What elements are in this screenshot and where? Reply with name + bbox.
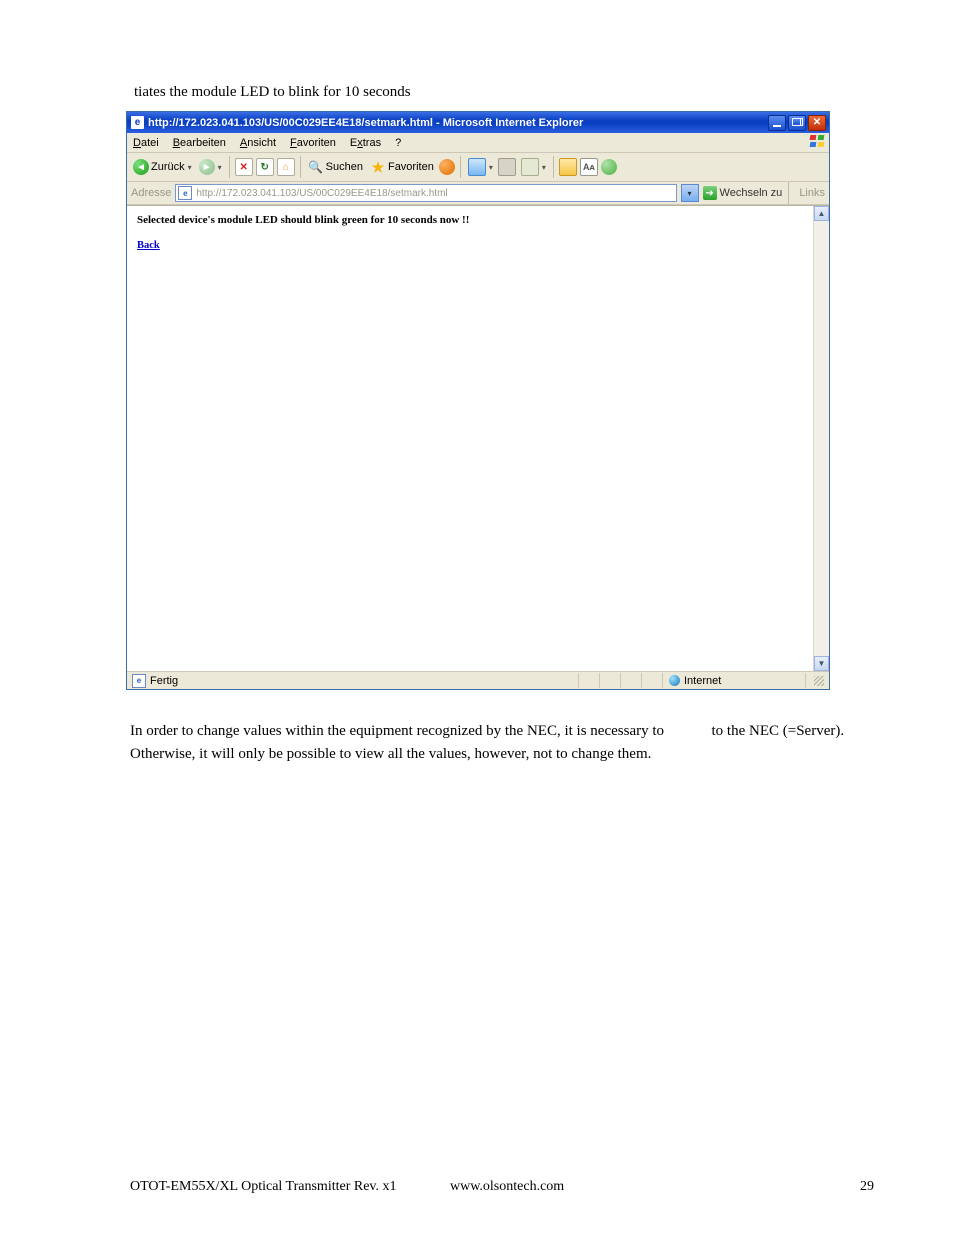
window-title: http://172.023.041.103/US/00C029EE4E18/s… [148,117,768,129]
star-icon: ★ [370,159,386,175]
favorites-button[interactable]: ★ Favoriten [368,158,436,176]
figure-caption: tiates the module LED to blink for 10 se… [134,84,874,101]
edit-button[interactable]: ▾ [519,157,548,177]
mail-icon [468,158,486,176]
minimize-button[interactable] [768,115,786,131]
menu-ansicht[interactable]: Ansicht [240,137,276,149]
menu-datei[interactable]: Datei [133,137,159,149]
page-content: Selected device's module LED should blin… [127,205,829,671]
refresh-button[interactable]: ↻ [256,158,274,176]
address-label: Adresse [131,187,171,199]
menu-hilfe[interactable]: ? [395,137,401,149]
windows-flag-icon [809,134,825,148]
chevron-down-icon[interactable]: ▾ [218,163,222,172]
menubar: Datei Bearbeiten Ansicht Favoriten Extra… [127,133,829,153]
chevron-down-icon[interactable]: ▾ [489,163,493,172]
footer-left: OTOT-EM55X/XL Optical Transmitter Rev. x… [130,1179,450,1195]
status-text: Fertig [150,675,178,687]
scroll-down-button[interactable]: ▼ [814,656,829,671]
toolbar: ◄ Zurück ▾ ► ▾ ✕ ↻ ⌂ 🔍 Suchen ★ Favorite… [127,153,829,182]
chevron-down-icon[interactable]: ▾ [542,163,546,172]
ie-icon [131,116,144,129]
edit-icon [521,158,539,176]
footer-center: www.olsontech.com [450,1179,860,1195]
status-pane [578,673,599,688]
forward-button[interactable]: ► ▾ [197,158,224,176]
body-paragraph: In order to change values within the equ… [130,720,860,767]
page-icon [178,186,192,200]
back-button[interactable]: ◄ Zurück ▾ [131,158,194,176]
go-button[interactable]: ➔ Wechseln zu [703,186,783,200]
forward-icon: ► [199,159,215,175]
address-url: http://172.023.041.103/US/00C029EE4E18/s… [196,188,447,199]
search-icon: 🔍 [308,159,324,175]
menu-bearbeiten[interactable]: Bearbeiten [173,137,226,149]
menu-extras[interactable]: Extras [350,137,381,149]
address-input[interactable]: http://172.023.041.103/US/00C029EE4E18/s… [175,184,676,202]
status-pane [599,673,620,688]
status-message: Selected device's module LED should blin… [137,214,819,226]
stop-button[interactable]: ✕ [235,158,253,176]
back-icon: ◄ [133,159,149,175]
address-dropdown-button[interactable]: ▾ [681,184,699,202]
status-pane [641,673,662,688]
scroll-up-button[interactable]: ▲ [814,206,829,221]
menu-favoriten[interactable]: Favoriten [290,137,336,149]
addressbar: Adresse http://172.023.041.103/US/00C029… [127,182,829,205]
status-pane [620,673,641,688]
back-link[interactable]: Back [137,240,819,251]
ie-window: http://172.023.041.103/US/00C029EE4E18/s… [126,111,830,690]
titlebar: http://172.023.041.103/US/00C029EE4E18/s… [127,112,829,133]
close-button[interactable] [808,115,826,131]
home-button[interactable]: ⌂ [277,158,295,176]
search-button[interactable]: 🔍 Suchen [306,158,365,176]
resize-grip[interactable] [805,673,826,688]
mail-button[interactable]: ▾ [466,157,495,177]
media-button[interactable] [439,159,455,175]
done-icon [132,674,146,688]
scrollbar[interactable]: ▲ ▼ [813,206,829,671]
text-size-button[interactable]: Aᴀ [580,158,598,176]
links-label[interactable]: Links [799,187,825,199]
folder-button[interactable] [559,158,577,176]
messenger-button[interactable] [601,159,617,175]
chevron-down-icon[interactable]: ▾ [188,163,192,172]
go-arrow-icon: ➔ [703,186,717,200]
footer-page-number: 29 [860,1179,874,1195]
print-button[interactable] [498,158,516,176]
statusbar: Fertig Internet [127,671,829,689]
restore-button[interactable] [788,115,806,131]
globe-icon [669,675,680,686]
security-zone: Internet [662,673,805,688]
page-footer: OTOT-EM55X/XL Optical Transmitter Rev. x… [130,1179,874,1195]
